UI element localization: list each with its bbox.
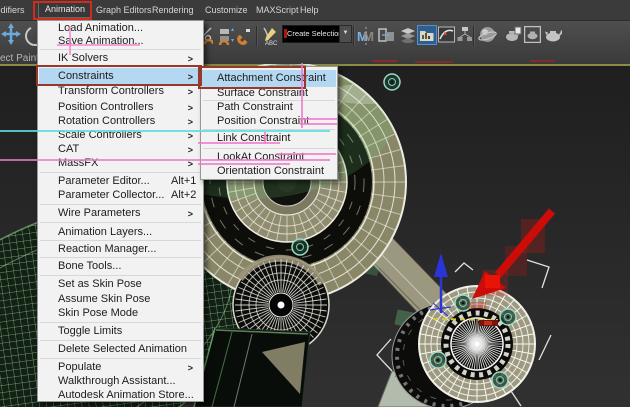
menu-separator	[40, 222, 201, 223]
named-selection-set-dropdown[interactable]: Create Selection Se	[282, 25, 340, 43]
menu-help[interactable]: Help	[300, 0, 319, 20]
submenu-arrow-icon: >	[187, 209, 193, 219]
menu-item-parameter-editor[interactable]: Parameter Editor... Alt+1	[38, 174, 203, 188]
render-production-icon[interactable]	[544, 26, 562, 43]
menu-item-delete-selected-animation[interactable]: Delete Selected Animation	[38, 342, 203, 356]
submenu-arrow-icon: >	[187, 54, 193, 64]
toolbar-separator	[256, 26, 258, 46]
artifact-pink-seg	[198, 142, 280, 144]
artifact-pink-vline2	[69, 26, 71, 55]
submenu-arrow-icon: >	[187, 145, 193, 155]
menu-item-populate[interactable]: Populate >	[38, 360, 203, 374]
submenu-arrow-icon: >	[187, 363, 193, 373]
submenu-arrow-icon: >	[187, 117, 193, 127]
menu-separator	[40, 257, 201, 258]
menu-graph-editors[interactable]: Graph Editors	[96, 0, 152, 20]
align-icon[interactable]	[378, 27, 395, 44]
lower-arm-beam	[193, 327, 311, 407]
artifact-red-dash	[530, 60, 555, 62]
rendered-frame-window-icon[interactable]	[524, 26, 541, 43]
submenu-item-position-constraint[interactable]: Position Constraint	[201, 115, 337, 128]
menu-item-walkthrough-assistant[interactable]: Walkthrough Assistant...	[38, 374, 203, 388]
submenu-arrow-icon: >	[187, 87, 193, 97]
artifact-pink-seg	[300, 118, 337, 120]
menu-separator	[40, 172, 201, 173]
layer-manager-icon[interactable]	[400, 27, 416, 43]
artifact-red-dash	[372, 60, 397, 62]
menu-separator	[40, 204, 201, 205]
ribbon-tab-object-paint[interactable]: ect Paint	[0, 53, 39, 64]
combo-dropdown-arrow[interactable]: ▼	[339, 25, 352, 43]
menu-item-transform-controllers[interactable]: Transform Controllers >	[38, 84, 203, 98]
menu-item-save-animation[interactable]: Save Animation...	[38, 34, 203, 48]
menu-separator	[40, 275, 201, 276]
artifact-cyan-line	[0, 130, 330, 132]
artifact-pink-seg	[300, 123, 337, 125]
menu-item-cat[interactable]: CAT >	[38, 142, 203, 156]
render-setup-icon[interactable]	[504, 26, 522, 43]
artifact-pink-tick	[264, 132, 266, 143]
menu-item-reaction-manager[interactable]: Reaction Manager...	[38, 242, 203, 256]
submenu-arrow-icon: >	[187, 103, 193, 113]
artifact-red-dash	[415, 61, 453, 63]
menu-modifiers[interactable]: Modifiers	[0, 0, 25, 20]
graphite-toggle-button[interactable]	[417, 25, 437, 45]
menu-item-wire-parameters[interactable]: Wire Parameters >	[38, 206, 203, 220]
material-editor-icon[interactable]	[478, 25, 497, 44]
schematic-view-icon[interactable]	[457, 26, 473, 44]
menu-separator	[40, 358, 201, 359]
mirror-icon[interactable]: M M	[357, 26, 375, 46]
menu-item-parameter-collector[interactable]: Parameter Collector... Alt+2	[38, 188, 203, 202]
menu-item-rotation-controllers[interactable]: Rotation Controllers >	[38, 114, 203, 128]
menu-separator	[203, 148, 335, 149]
svg-text:ABC: ABC	[265, 41, 278, 46]
artifact-pink-seg	[198, 163, 290, 165]
menu-item-autodesk-animation-store[interactable]: Autodesk Animation Store...	[38, 388, 203, 402]
artifact-pink-line	[0, 159, 330, 161]
annotation-box-attachment	[198, 66, 306, 89]
menu-separator	[40, 322, 201, 323]
menu-separator	[40, 49, 201, 50]
menu-item-skin-pose-mode[interactable]: Skin Pose Mode	[38, 306, 203, 320]
menu-item-toggle-limits[interactable]: Toggle Limits	[38, 324, 203, 338]
max-window: Modifiers Animation Graph Editors Render…	[0, 0, 630, 407]
menu-rendering[interactable]: Rendering	[152, 0, 194, 20]
select-and-move-icon[interactable]	[1, 23, 21, 45]
annotation-box-animation	[33, 1, 92, 20]
toolbar-separator	[353, 26, 355, 46]
submenu-item-path-constraint[interactable]: Path Constraint	[201, 101, 337, 114]
menu-item-ik-solvers[interactable]: IK Solvers >	[38, 51, 203, 65]
menu-item-position-controllers[interactable]: Position Controllers >	[38, 100, 203, 114]
toolbar-separator	[473, 26, 475, 46]
menu-item-set-as-skin-pose[interactable]: Set as Skin Pose	[38, 277, 203, 291]
menu-maxscript[interactable]: MAXScript	[256, 0, 299, 20]
menu-customize[interactable]: Customize	[205, 0, 248, 20]
snaps-toggle-icon[interactable]	[236, 27, 252, 45]
spinner-snap-icon[interactable]	[218, 27, 234, 45]
menu-item-load-animation[interactable]: Load Animation...	[38, 21, 203, 35]
artifact-pink-seg	[276, 153, 336, 155]
menu-item-assume-skin-pose[interactable]: Assume Skin Pose	[38, 292, 203, 306]
curve-editor-icon[interactable]	[438, 26, 455, 44]
menubar: Modifiers Animation Graph Editors Render…	[0, 0, 630, 21]
submenu-item-orientation-constraint[interactable]: Orientation Constraint	[201, 165, 337, 178]
menu-item-animation-layers[interactable]: Animation Layers...	[38, 225, 203, 239]
menu-item-bone-tools[interactable]: Bone Tools...	[38, 259, 203, 273]
annotation-box-constraints	[36, 65, 202, 86]
menu-separator	[40, 340, 201, 341]
svg-text:M: M	[363, 29, 374, 44]
menu-separator	[40, 240, 201, 241]
edit-named-selection-sets-icon[interactable]: ABC	[262, 26, 280, 46]
